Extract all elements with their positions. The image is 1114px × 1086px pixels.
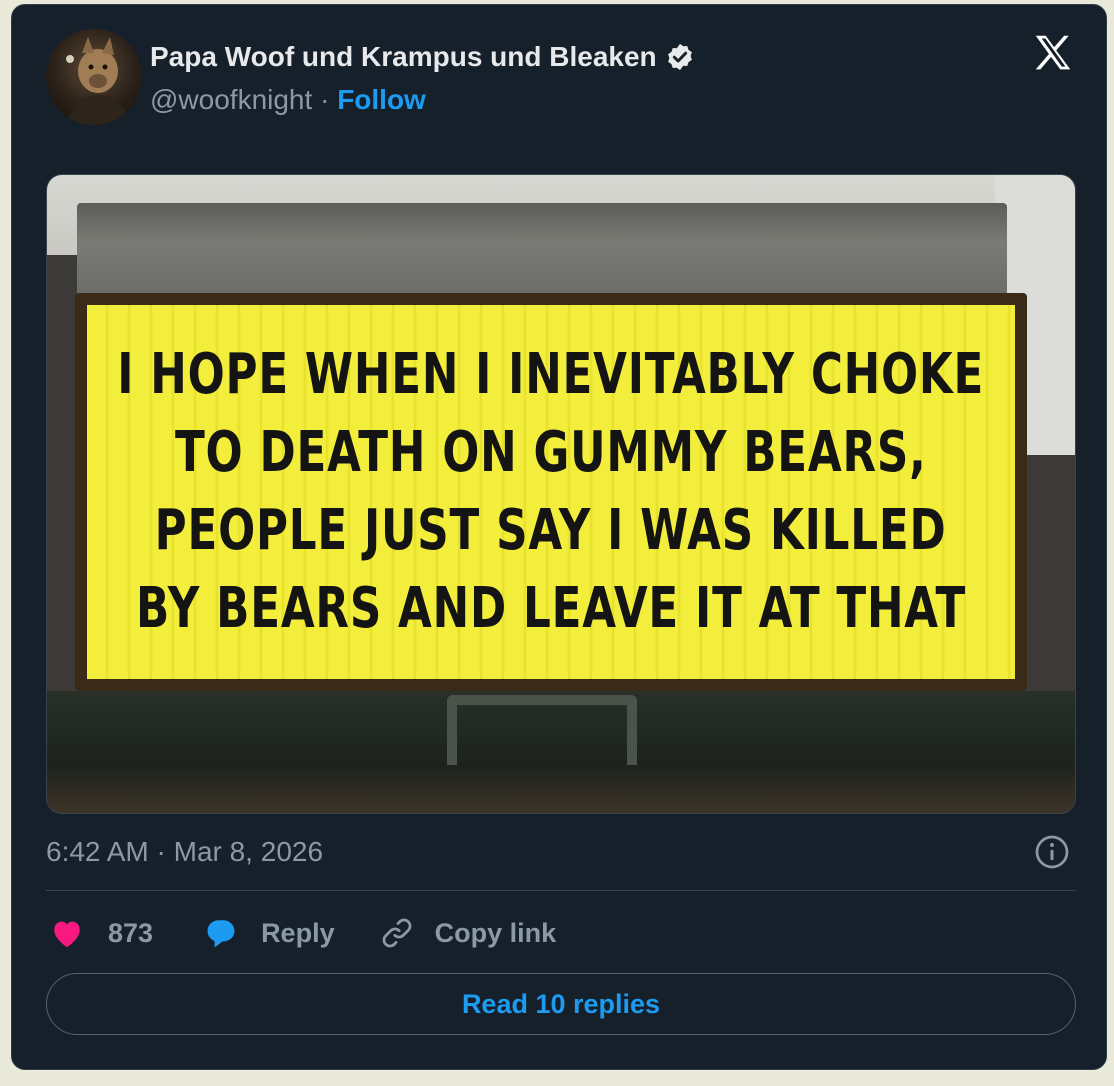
x-logo-icon[interactable]: [1030, 31, 1076, 77]
sign-text-line: BY BEARS AND LEAVE IT AT THAT: [135, 576, 967, 641]
avatar-image: [66, 37, 132, 125]
verified-badge-icon: [667, 43, 692, 71]
reply-button[interactable]: Reply: [203, 916, 335, 950]
copy-link-button[interactable]: Copy link: [379, 915, 557, 951]
read-replies-button[interactable]: Read 10 replies: [46, 973, 1076, 1035]
sign-top-housing: [77, 203, 1007, 303]
tweet-timestamp[interactable]: 6:42 AM · Mar 8, 2026: [46, 836, 323, 868]
tweet-actions-bar: 873 Reply Copy link: [50, 911, 556, 955]
link-icon: [382, 918, 411, 948]
copy-link-label: Copy link: [434, 917, 557, 948]
sign-text-line: I HOPE WHEN I INEVITABLY CHOKE: [117, 342, 985, 407]
follow-button[interactable]: Follow: [337, 84, 426, 115]
author-handle[interactable]: @woofknight: [150, 84, 312, 115]
sign-text-line: PEOPLE JUST SAY I WAS KILLED: [155, 498, 947, 563]
author-handle-row: @woofknight · Follow: [150, 84, 426, 116]
marquee-sign: I HOPE WHEN I INEVITABLY CHOKE TO DEATH …: [87, 305, 1015, 679]
handle-separator: ·: [320, 84, 330, 115]
info-icon[interactable]: [1034, 834, 1070, 870]
author-name-text[interactable]: Papa Woof und Krampus und Bleaken: [150, 41, 657, 73]
reply-label: Reply: [261, 917, 335, 948]
tweet-embed-card: Papa Woof und Krampus und Bleaken @woofk…: [11, 4, 1107, 1070]
tweet-media-image[interactable]: I HOPE WHEN I INEVITABLY CHOKE TO DEATH …: [46, 174, 1076, 814]
sign-bracket: [447, 695, 637, 765]
author-name[interactable]: Papa Woof und Krampus und Bleaken: [150, 41, 695, 73]
speech-bubble-icon: [207, 920, 235, 948]
divider: [46, 890, 1076, 891]
heart-icon: [54, 921, 80, 948]
sign-text-line: TO DEATH ON GUMMY BEARS,: [175, 420, 927, 485]
like-button[interactable]: 873: [50, 917, 153, 949]
like-count: 873: [108, 917, 154, 948]
read-replies-label: Read 10 replies: [461, 988, 661, 1019]
author-avatar[interactable]: [46, 29, 142, 125]
